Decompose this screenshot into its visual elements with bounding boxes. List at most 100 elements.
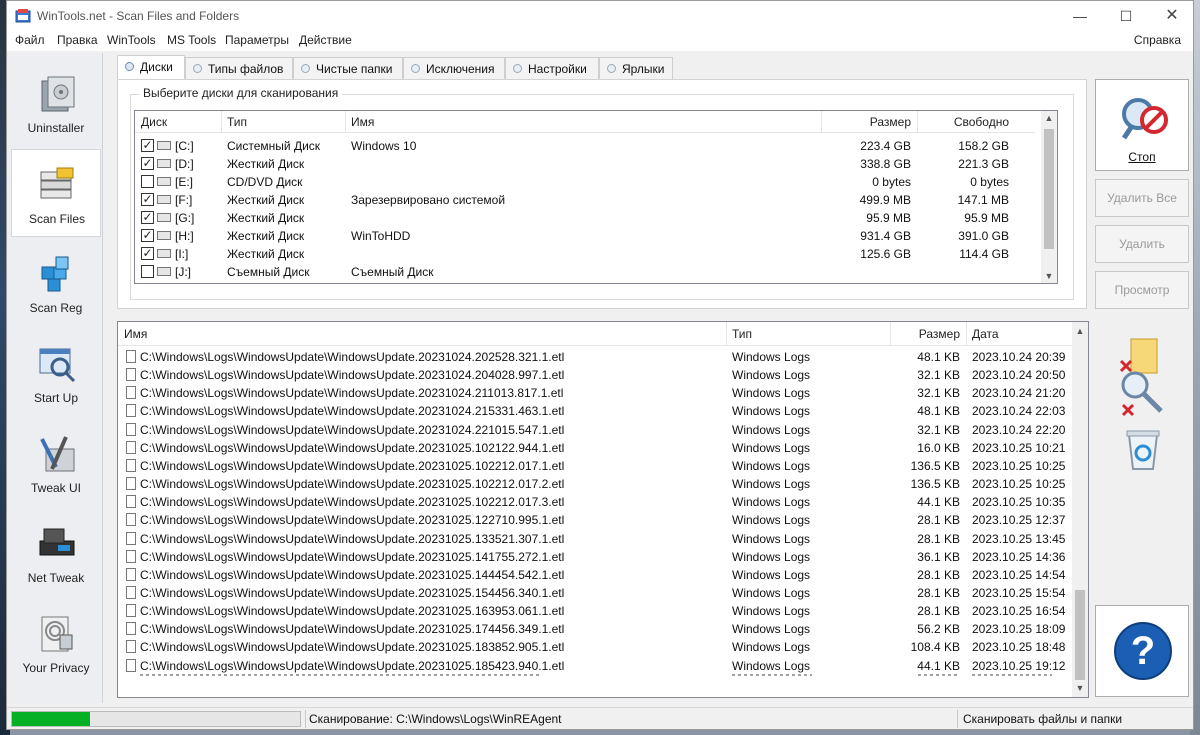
result-row[interactable]: C:\Windows\Logs\WindowsUpdate\WindowsUpd…	[118, 620, 1072, 638]
scroll-down-icon[interactable]: ▼	[1072, 683, 1088, 693]
nav-start-up[interactable]: Start Up	[11, 329, 101, 417]
disk-row[interactable]: ✓ [G:] Жесткий Диск 95.9 MB 95.9 MB	[135, 209, 1035, 227]
result-row[interactable]: C:\Windows\Logs\WindowsUpdate\WindowsUpd…	[118, 402, 1072, 420]
nav-net-tweak[interactable]: Net Tweak	[11, 509, 101, 597]
tab-file-types[interactable]: Типы файлов	[185, 57, 293, 79]
results-scrollbar[interactable]: ▲ ▼	[1072, 322, 1088, 697]
disk-name: WinToHDD	[351, 229, 411, 243]
nav-uninstaller[interactable]: Uninstaller	[11, 59, 101, 147]
menu-action[interactable]: Действие	[299, 33, 352, 47]
action-panel: Стоп Удалить Все Удалить Просмотр ?	[1091, 79, 1193, 699]
drive-icon	[157, 267, 171, 276]
disk-free: 95.9 MB	[964, 211, 1009, 225]
col-drive[interactable]: Диск	[141, 115, 167, 129]
disk-row[interactable]: ✓ [I:] Жесткий Диск 125.6 GB 114.4 GB	[135, 245, 1035, 263]
tab-clean-folders[interactable]: Чистые папки	[293, 57, 403, 79]
scroll-down-icon[interactable]: ▼	[1041, 271, 1057, 281]
file-path: C:\Windows\Logs\WindowsUpdate\WindowsUpd…	[140, 549, 565, 564]
file-icon	[126, 495, 136, 509]
nav-scan-reg[interactable]: Scan Reg	[11, 239, 101, 327]
result-row[interactable]: C:\Windows\Logs\WindowsUpdate\WindowsUpd…	[118, 584, 1072, 602]
disk-checkbox[interactable]: ✓	[141, 229, 154, 242]
nav-your-privacy[interactable]: Your Privacy	[11, 599, 101, 687]
result-row[interactable]: C:\Windows\Logs\WindowsUpdate\WindowsUpd…	[118, 348, 1072, 366]
disk-row[interactable]: [E:] CD/DVD Диск 0 bytes 0 bytes	[135, 173, 1035, 191]
scan-results-list[interactable]: Имя Тип Размер Дата C:\Windows\Logs\Wind…	[117, 321, 1089, 698]
disk-row[interactable]: ✓ [C:] Системный Диск Windows 10 223.4 GB 158…	[135, 137, 1035, 155]
disk-checkbox[interactable]: ✓	[141, 211, 154, 224]
scroll-up-icon[interactable]: ▲	[1072, 326, 1088, 336]
disk-checkbox[interactable]: ✓	[141, 157, 154, 170]
result-row[interactable]: C:\Windows\Logs\WindowsUpdate\WindowsUpd…	[118, 602, 1072, 620]
file-size: 48.1 KB	[917, 404, 960, 419]
scan-progress-bar	[11, 711, 301, 727]
result-row[interactable]: C:\Windows\Logs\WindowsUpdate\WindowsUpd…	[118, 566, 1072, 584]
disk-row[interactable]: ✓ [F:] Жесткий Диск Зарезервировано системо…	[135, 191, 1035, 209]
menu-file[interactable]: Файл	[15, 33, 45, 47]
disk-row[interactable]: ✓ [D:] Жесткий Диск 338.8 GB 221.3 GB	[135, 155, 1035, 173]
col-file-date[interactable]: Дата	[972, 327, 999, 341]
menu-edit[interactable]: Правка	[57, 33, 98, 47]
result-row[interactable]: C:\Windows\Logs\WindowsUpdate\WindowsUpd…	[118, 511, 1072, 529]
col-file-type[interactable]: Тип	[732, 327, 752, 341]
result-row[interactable]: C:\Windows\Logs\WindowsUpdate\WindowsUpd…	[118, 421, 1072, 439]
maximize-button[interactable]: ☐	[1103, 1, 1149, 31]
scrollbar-thumb[interactable]	[1075, 590, 1085, 680]
stop-button[interactable]: Стоп	[1095, 79, 1189, 171]
file-type: Windows Logs	[732, 622, 811, 637]
delete-button[interactable]: Удалить	[1095, 225, 1189, 263]
nav-tweak-ui[interactable]: Tweak UI	[11, 419, 101, 507]
result-row[interactable]: C:\Windows\Logs\WindowsUpdate\WindowsUpd…	[118, 530, 1072, 548]
result-row[interactable]: C:\Windows\Logs\WindowsUpdate\WindowsUpd…	[118, 439, 1072, 457]
menu-settings[interactable]: Параметры	[225, 33, 289, 47]
col-file-size[interactable]: Размер	[894, 327, 960, 341]
col-file-name[interactable]: Имя	[124, 327, 147, 341]
result-row[interactable]: C:\Windows\Logs\WindowsUpdate\WindowsUpd…	[118, 548, 1072, 566]
minimize-button[interactable]: —	[1057, 1, 1103, 31]
file-date: 2023.10.25 16:54	[972, 604, 1066, 619]
recycle-bin-icon[interactable]	[1123, 429, 1163, 471]
result-row[interactable]: C:\Windows\Logs\WindowsUpdate\WindowsUpd…	[118, 475, 1072, 493]
exclude-search-icon[interactable]	[1117, 369, 1167, 421]
tab-shortcuts[interactable]: Ярлыки	[599, 57, 673, 79]
result-row[interactable]: C:\Windows\Logs\WindowsUpdate\WindowsUpd…	[118, 493, 1072, 511]
disk-row[interactable]: ✓ [H:] Жесткий Диск WinToHDD 931.4 GB 391.0 G…	[135, 227, 1035, 245]
result-row[interactable]: C:\Windows\Logs\WindowsUpdate\WindowsUpd…	[118, 657, 1072, 675]
disk-checkbox[interactable]: ✓	[141, 193, 154, 206]
help-button[interactable]: ?	[1095, 605, 1189, 697]
col-free[interactable]: Свободно	[921, 115, 1009, 129]
file-type: Windows Logs	[732, 640, 811, 655]
file-path: C:\Windows\Logs\WindowsUpdate\WindowsUpd…	[140, 404, 565, 419]
view-button[interactable]: Просмотр	[1095, 271, 1189, 309]
nav-scan-files[interactable]: Scan Files	[11, 149, 101, 237]
close-button[interactable]: ✕	[1149, 1, 1193, 31]
disk-checkbox[interactable]	[141, 175, 154, 188]
disk-row[interactable]: [J:] Съемный Диск Съемный Диск	[135, 263, 1035, 281]
result-row[interactable]: C:\Windows\Logs\WindowsUpdate\WindowsUpd…	[118, 457, 1072, 475]
disk-list-scrollbar[interactable]: ▲ ▼	[1041, 111, 1057, 283]
uninstaller-icon	[41, 76, 75, 112]
tab-exclusions[interactable]: Исключения	[403, 57, 505, 79]
disk-checkbox[interactable]	[141, 265, 154, 278]
tab-disks[interactable]: Диски	[117, 55, 185, 80]
result-row[interactable]: C:\Windows\Logs\WindowsUpdate\WindowsUpd…	[118, 638, 1072, 656]
menu-wintools[interactable]: WinTools	[107, 33, 156, 47]
disk-group-title: Выберите диски для сканирования	[139, 86, 343, 100]
col-size[interactable]: Размер	[825, 115, 911, 129]
menu-ms-tools[interactable]: MS Tools	[167, 33, 216, 47]
delete-all-button[interactable]: Удалить Все	[1095, 179, 1189, 217]
result-row[interactable]: C:\Windows\Logs\WindowsUpdate\WindowsUpd…	[118, 384, 1072, 402]
col-type[interactable]: Тип	[227, 115, 247, 129]
result-row[interactable]: C:\Windows\Logs\WindowsUpdate\WindowsUpd…	[118, 366, 1072, 384]
col-name[interactable]: Имя	[351, 115, 374, 129]
menu-help[interactable]: Справка	[1134, 33, 1181, 47]
results-header: Имя Тип Размер Дата	[118, 322, 1072, 346]
title-bar: WinTools.net - Scan Files and Folders — …	[7, 1, 1193, 31]
disk-checkbox[interactable]: ✓	[141, 247, 154, 260]
disk-checkbox[interactable]: ✓	[141, 139, 154, 152]
disk-list[interactable]: Диск Тип Имя Размер Свободно ✓ [C:] Систем…	[134, 110, 1058, 284]
stop-search-icon	[1121, 98, 1168, 140]
tab-settings[interactable]: Настройки	[505, 57, 599, 79]
scroll-up-icon[interactable]: ▲	[1041, 113, 1057, 123]
scrollbar-thumb[interactable]	[1044, 129, 1054, 249]
